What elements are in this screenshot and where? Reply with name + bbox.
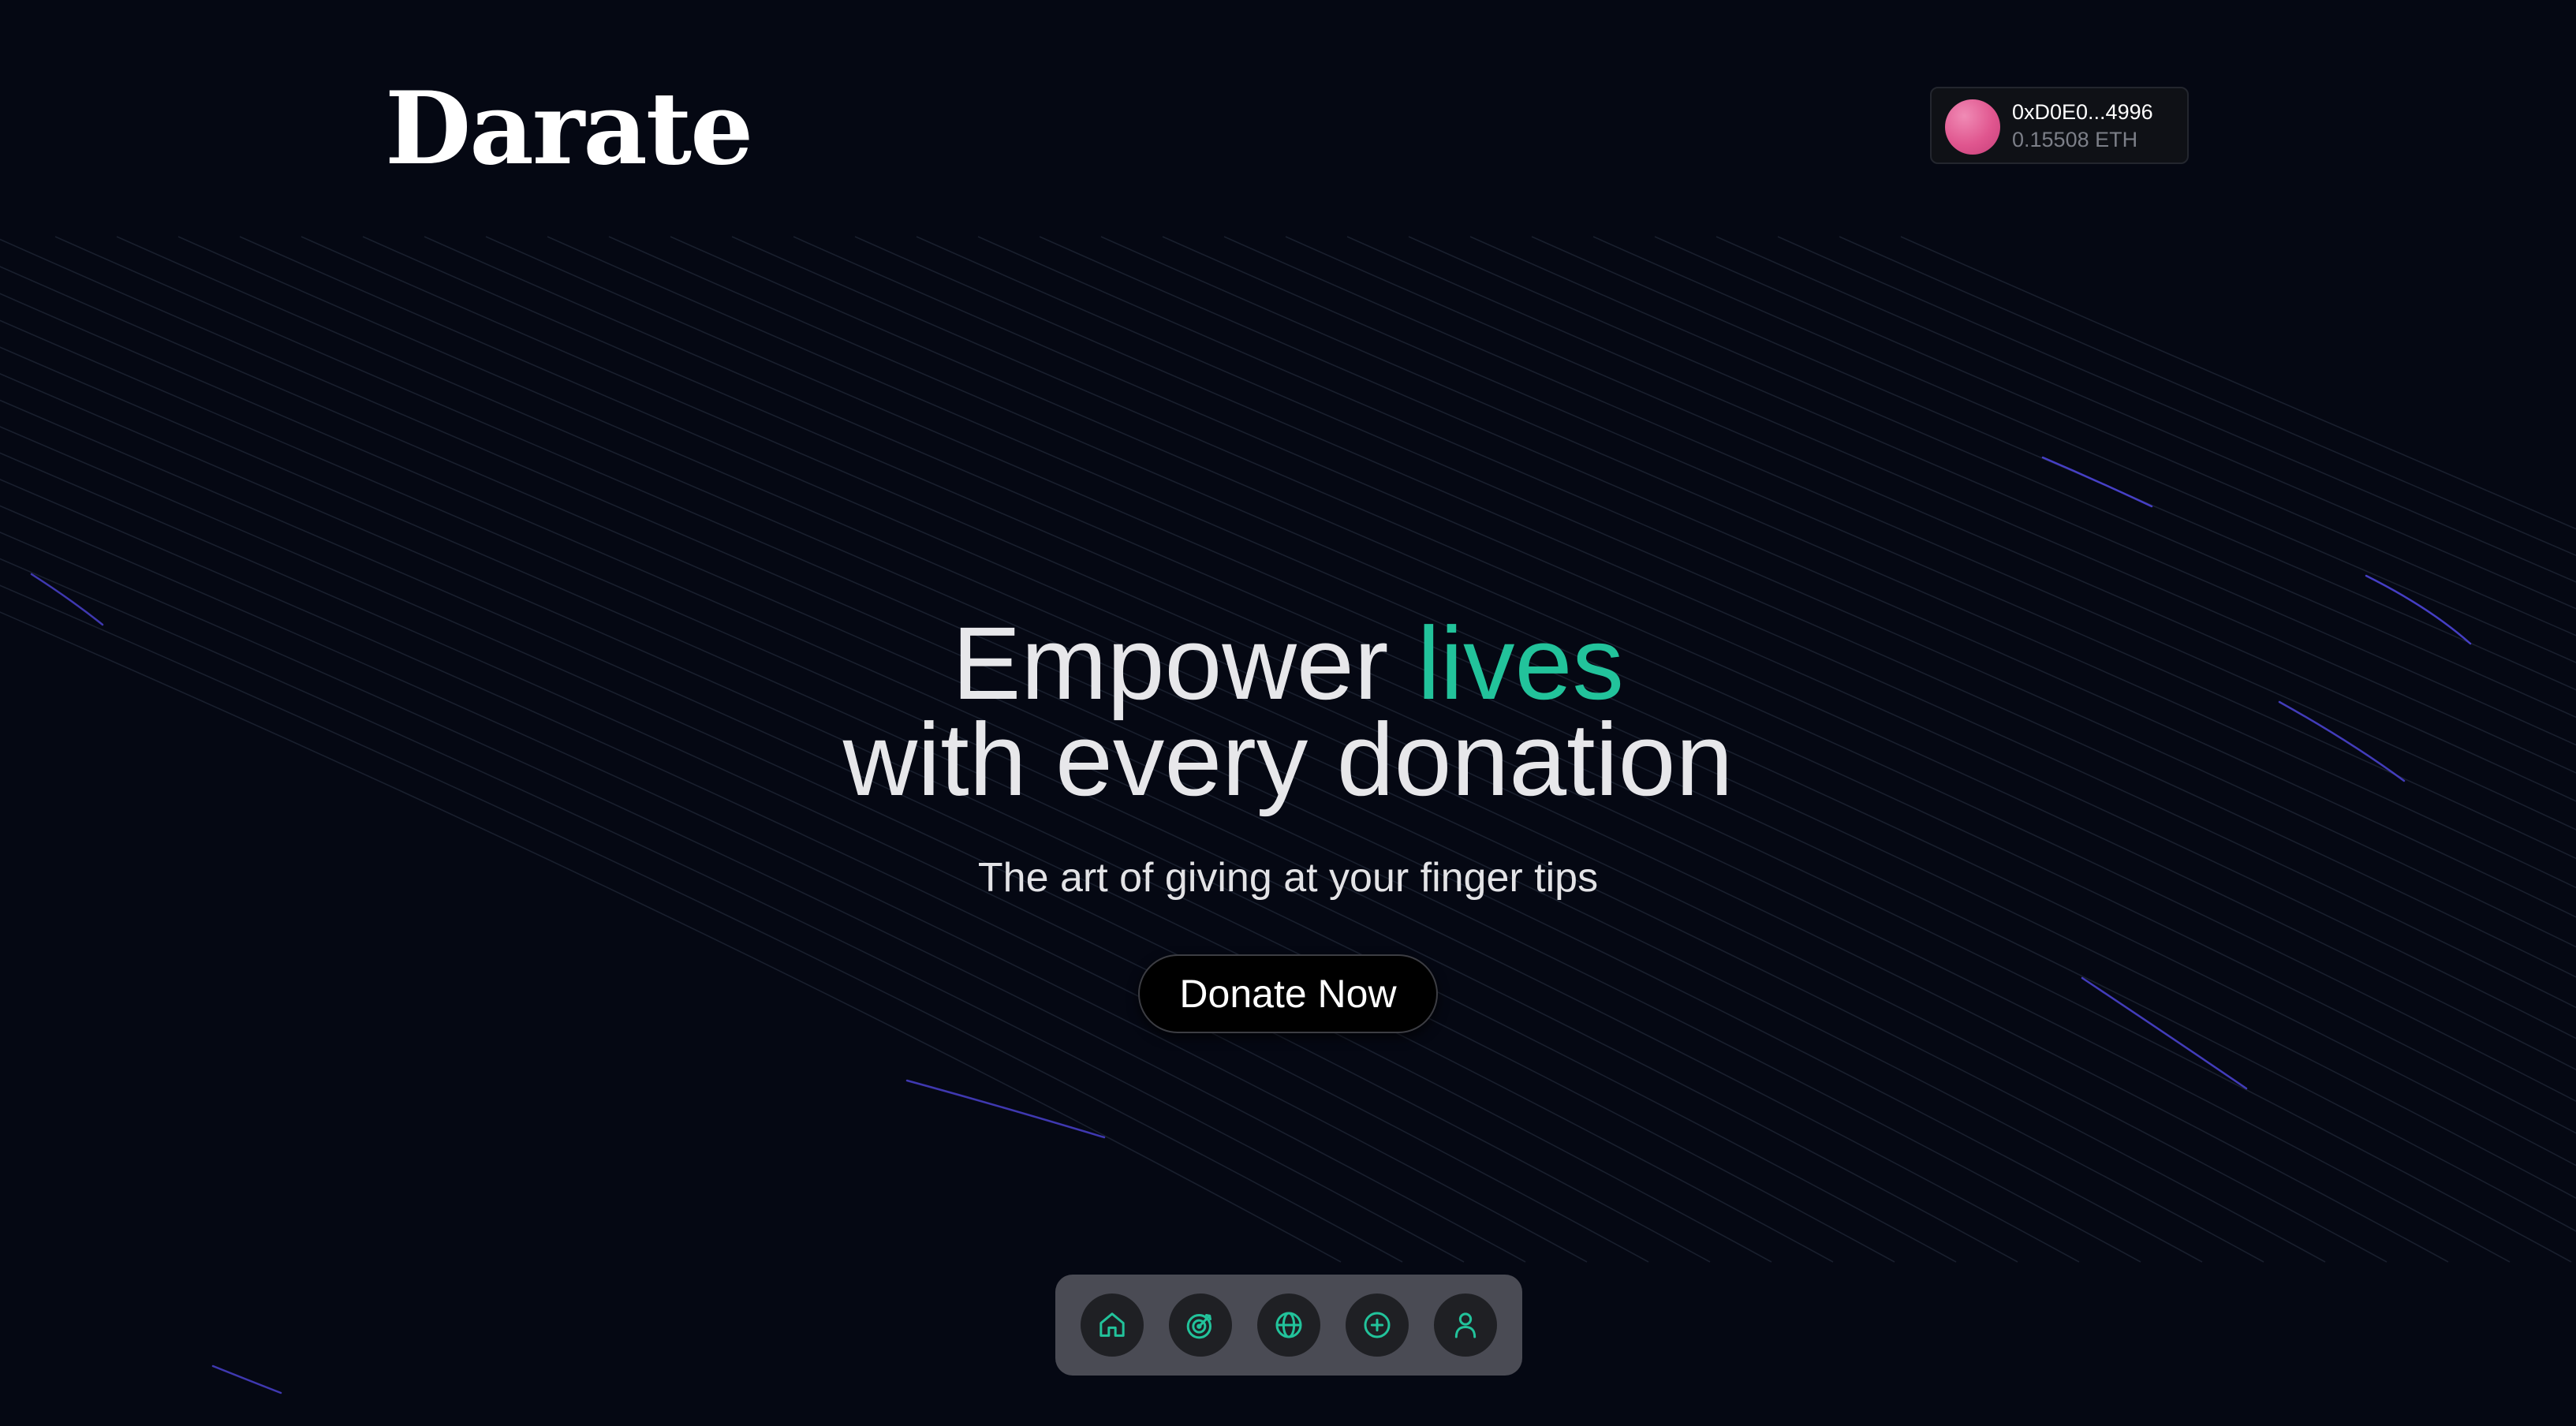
hero-subtitle: The art of giving at your finger tips — [977, 855, 1599, 901]
light-streak — [211, 1364, 282, 1394]
light-streak — [2041, 456, 2153, 508]
plus-circle-icon — [1364, 1312, 1391, 1338]
user-icon — [1454, 1312, 1477, 1338]
brand-logo[interactable]: Darate — [385, 69, 753, 188]
home-icon — [1099, 1312, 1125, 1337]
nav-explore-button[interactable] — [1257, 1293, 1320, 1357]
light-streak — [2081, 976, 2248, 1090]
wallet-account-button[interactable]: 0xD0E0...4996 0.15508 ETH — [1930, 87, 2189, 164]
wallet-address: 0xD0E0...4996 — [2012, 100, 2153, 124]
target-icon — [1186, 1314, 1211, 1339]
globe-icon — [1275, 1312, 1302, 1338]
bottom-nav-bar — [1055, 1275, 1522, 1376]
nav-home-button[interactable] — [1081, 1293, 1144, 1357]
nav-create-button[interactable] — [1346, 1293, 1409, 1357]
hero-title-line2: with every donation — [842, 701, 1734, 817]
wallet-balance: 0.15508 ETH — [2012, 128, 2138, 151]
wallet-avatar — [1945, 99, 2000, 155]
nav-profile-button[interactable] — [1434, 1293, 1497, 1357]
nav-goals-button[interactable] — [1169, 1293, 1232, 1357]
donate-now-button[interactable]: Donate Now — [1138, 954, 1438, 1033]
